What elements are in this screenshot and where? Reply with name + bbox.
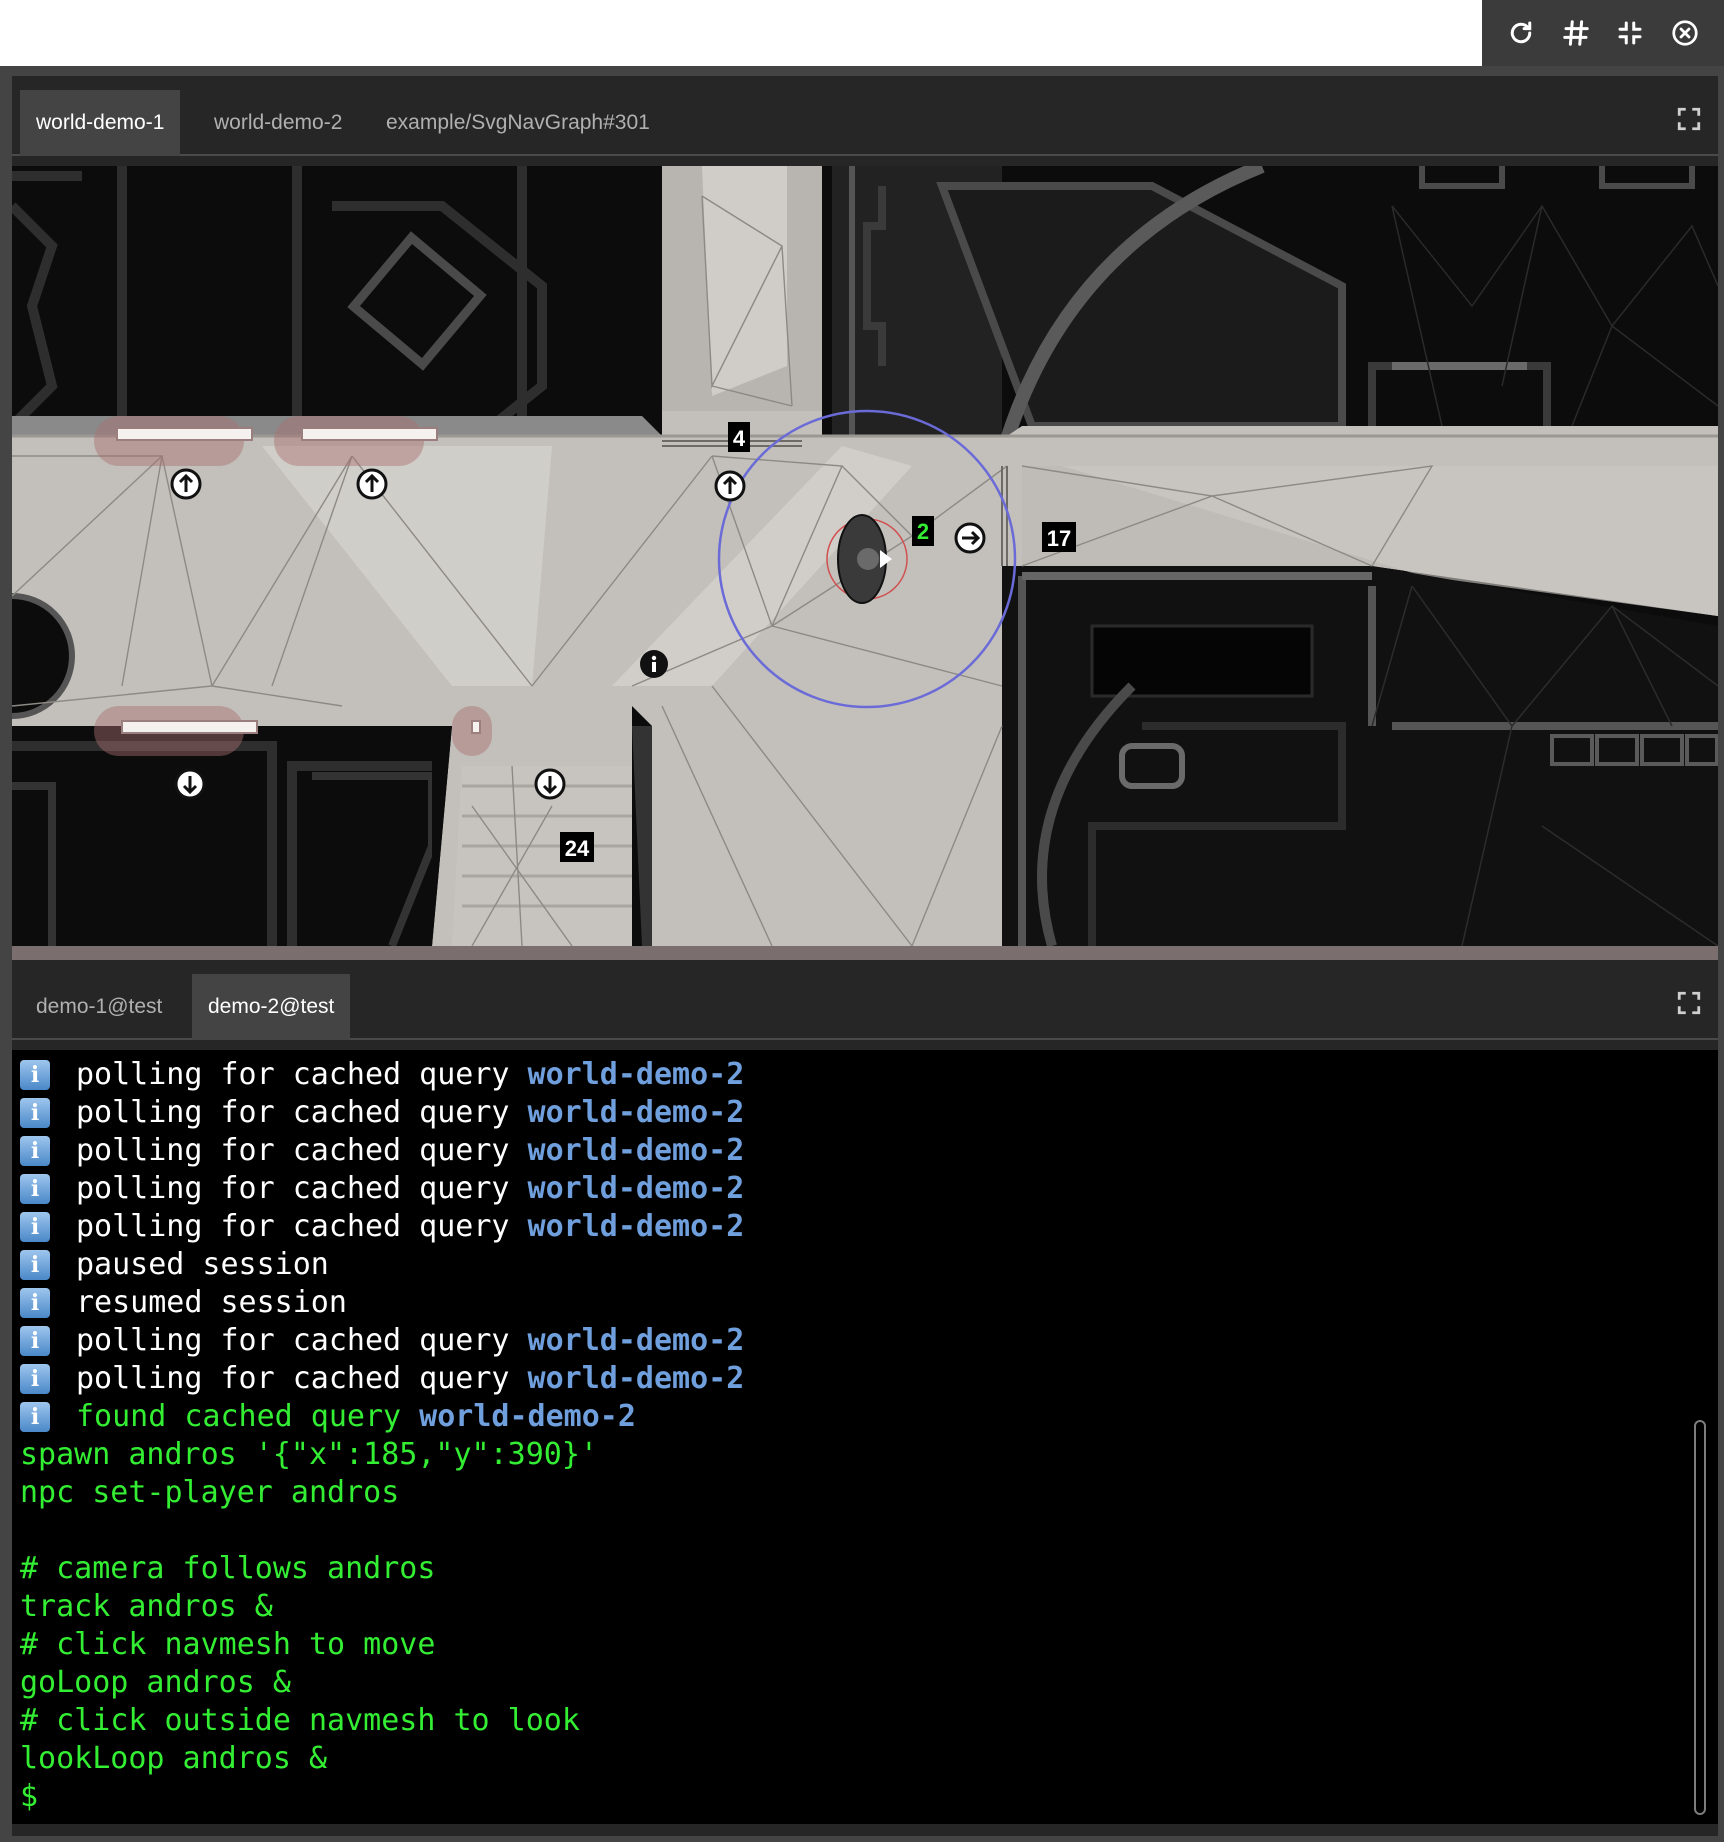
log-text: polling for cached query — [76, 1209, 528, 1244]
comment-line: # camera follows andros — [20, 1551, 436, 1586]
grid-toggle-button[interactable] — [1556, 13, 1596, 53]
query-name: world-demo-2 — [527, 1171, 745, 1206]
terminal-tabbar: demo-1@test demo-2@test — [12, 960, 1718, 1040]
log-line: polling for cached query world-demo-2 — [20, 1170, 1678, 1208]
info-icon — [20, 1250, 50, 1280]
query-name: world-demo-2 — [527, 1323, 745, 1358]
log-line: polling for cached query world-demo-2 — [20, 1322, 1678, 1360]
terminal-prompt[interactable]: $ — [20, 1778, 1678, 1816]
close-button[interactable] — [1665, 13, 1705, 53]
tab-world-demo-2[interactable]: world-demo-2 — [198, 90, 358, 156]
log-line: found cached query world-demo-2 — [20, 1398, 1678, 1436]
door-label-17: 17 — [1047, 526, 1071, 551]
maximize-icon[interactable] — [1676, 106, 1702, 132]
info-icon — [20, 1212, 50, 1242]
tab-svg-nav-graph[interactable]: example/SvgNavGraph#301 — [370, 90, 666, 156]
query-name: world-demo-2 — [527, 1209, 745, 1244]
collapse-icon — [1618, 21, 1642, 45]
query-name: world-demo-2 — [527, 1361, 745, 1396]
log-text: polling for cached query — [76, 1171, 528, 1206]
log-text: polling for cached query — [76, 1057, 528, 1092]
command-line: track andros & — [20, 1589, 273, 1624]
terminal-output: polling for cached query world-demo-2 po… — [20, 1056, 1678, 1816]
refresh-icon — [1511, 21, 1532, 44]
hash-icon — [1563, 20, 1589, 46]
log-line: paused session — [20, 1246, 1678, 1284]
query-name: world-demo-2 — [419, 1399, 636, 1434]
log-line: polling for cached query world-demo-2 — [20, 1094, 1678, 1132]
terminal-pane: demo-1@test demo-2@test polling for cach… — [12, 960, 1718, 1836]
collapse-button[interactable] — [1610, 13, 1650, 53]
refresh-button[interactable] — [1501, 13, 1541, 53]
world-tabbar: world-demo-1 world-demo-2 example/SvgNav… — [12, 76, 1718, 156]
close-circle-icon — [1672, 20, 1698, 46]
info-icon — [20, 1402, 50, 1432]
command-line: npc set-player andros — [20, 1475, 400, 1510]
command-line: goLoop andros & — [20, 1665, 291, 1700]
log-line: polling for cached query world-demo-2 — [20, 1132, 1678, 1170]
log-text: resumed session — [76, 1285, 347, 1320]
world-pane: world-demo-1 world-demo-2 example/SvgNav… — [12, 76, 1718, 960]
info-icon — [20, 1136, 50, 1166]
log-text: found cached query — [76, 1399, 420, 1434]
tab-demo-2-test[interactable]: demo-2@test — [192, 974, 351, 1040]
main-frame: world-demo-1 world-demo-2 example/SvgNav… — [0, 66, 1724, 1842]
query-name: world-demo-2 — [527, 1133, 745, 1168]
tab-world-demo-1[interactable]: world-demo-1 — [20, 90, 181, 156]
maximize-icon[interactable] — [1676, 990, 1702, 1016]
terminal-scrollbar[interactable] — [1694, 1420, 1706, 1815]
door-label-4: 4 — [733, 426, 746, 451]
info-icon — [20, 1364, 50, 1394]
terminal[interactable]: polling for cached query world-demo-2 po… — [12, 1050, 1718, 1824]
log-line: polling for cached query world-demo-2 — [20, 1056, 1678, 1094]
door-label-24: 24 — [565, 836, 590, 861]
npc-label-2: 2 — [917, 519, 929, 544]
info-icon — [20, 1098, 50, 1128]
pane-splitter[interactable] — [12, 946, 1718, 960]
tab-demo-1-test[interactable]: demo-1@test — [20, 974, 178, 1040]
info-icon — [20, 1060, 50, 1090]
window-toolbar — [1482, 0, 1724, 66]
command-line: spawn andros '{"x":185,"y":390}' — [20, 1437, 598, 1472]
query-name: world-demo-2 — [527, 1095, 745, 1130]
log-text: polling for cached query — [76, 1361, 528, 1396]
comment-line: # click navmesh to move — [20, 1627, 436, 1662]
log-line: resumed session — [20, 1284, 1678, 1322]
info-icon — [20, 1174, 50, 1204]
info-icon — [20, 1288, 50, 1318]
navmesh-canvas[interactable]: 4 17 24 2 — [12, 166, 1718, 946]
comment-line: # click outside navmesh to look — [20, 1703, 580, 1738]
log-text: polling for cached query — [76, 1095, 528, 1130]
log-line: polling for cached query world-demo-2 — [20, 1360, 1678, 1398]
info-icon — [20, 1326, 50, 1356]
world-map[interactable]: 4 17 24 2 — [12, 166, 1718, 946]
log-line: polling for cached query world-demo-2 — [20, 1208, 1678, 1246]
log-text: polling for cached query — [76, 1323, 528, 1358]
log-text: polling for cached query — [76, 1133, 528, 1168]
log-text: paused session — [76, 1247, 329, 1282]
query-name: world-demo-2 — [527, 1057, 745, 1092]
command-line: lookLoop andros & — [20, 1741, 328, 1776]
